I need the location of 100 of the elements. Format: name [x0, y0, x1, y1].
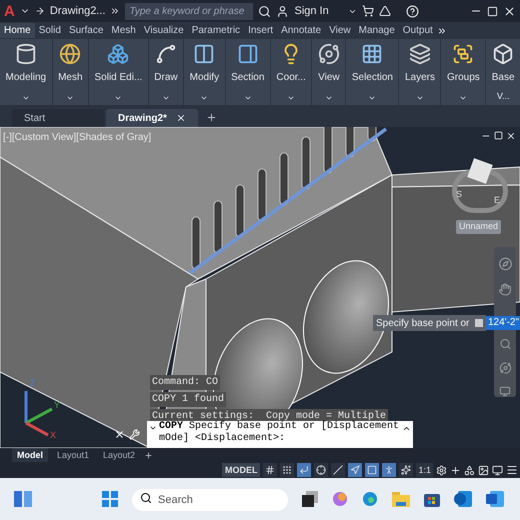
ribbon-tab[interactable]: Mesh	[107, 23, 140, 38]
caret-icon[interactable]	[114, 94, 122, 102]
zoom-icon[interactable]	[498, 338, 512, 350]
square-icon[interactable]	[365, 463, 380, 477]
layout-tab[interactable]: Layout1	[52, 448, 94, 462]
sparkle-app-icon[interactable]	[332, 491, 348, 507]
close-icon[interactable]	[114, 429, 125, 440]
folder-icon[interactable]	[392, 492, 410, 506]
ribbon-panel[interactable]: Coor...	[270, 39, 312, 105]
coordinate-input[interactable]: 124'-2"	[486, 316, 520, 330]
caret-icon[interactable]	[149, 424, 157, 432]
ribbon-panel[interactable]: Layers	[399, 39, 440, 105]
caret-icon[interactable]	[416, 94, 424, 102]
crosshair-icon[interactable]	[314, 463, 328, 477]
image-icon[interactable]	[478, 464, 489, 476]
close-icon[interactable]	[503, 4, 516, 18]
caret-icon[interactable]	[66, 94, 74, 102]
taskbar-search-field[interactable]: Search	[132, 489, 288, 511]
ribbon-tab[interactable]: View	[325, 23, 355, 38]
panel-label: Mesh	[58, 71, 83, 85]
cubes-icon	[107, 43, 130, 65]
corner-icon[interactable]	[297, 463, 312, 477]
cart-icon[interactable]	[362, 5, 374, 17]
model-space-button[interactable]: MODEL	[222, 463, 260, 477]
layout-tab[interactable]: Layout2	[98, 448, 140, 462]
figure-icon[interactable]	[382, 463, 396, 477]
chevron-icon[interactable]	[436, 26, 447, 36]
panel-label: Solid Edi...	[94, 71, 142, 85]
ribbon-panel[interactable]: Solid Edi...	[89, 39, 148, 105]
browser-icon[interactable]	[362, 491, 378, 507]
caret-icon[interactable]	[200, 94, 208, 102]
hash-icon[interactable]	[263, 463, 278, 477]
grip-icon[interactable]	[280, 463, 294, 477]
caret-icon[interactable]	[287, 94, 296, 102]
settings-icon[interactable]	[436, 464, 447, 476]
ribbon-tab[interactable]: Solid	[34, 23, 65, 38]
caret-icon[interactable]	[162, 94, 170, 102]
task-view-icon[interactable]	[302, 491, 318, 507]
ribbon-panel[interactable]: Draw	[148, 39, 184, 105]
close-icon[interactable]	[506, 131, 516, 141]
caret-icon[interactable]	[368, 94, 376, 102]
ribbon-panel[interactable]: Section	[226, 39, 270, 105]
sign-in-link[interactable]: Sign In	[294, 2, 329, 20]
layout-tab[interactable]: Model	[12, 448, 48, 462]
ribbon-tab[interactable]: Manage	[354, 23, 399, 38]
wrench-icon[interactable]	[129, 429, 140, 440]
file-tab[interactable]: Drawing2*	[106, 109, 198, 127]
user-icon[interactable]	[276, 4, 290, 18]
keyword-search-field[interactable]: Type a keyword or phrase	[125, 2, 254, 20]
triangle-icon[interactable]	[378, 5, 391, 17]
ribbon-tab[interactable]: Annotate	[277, 23, 326, 38]
caret-icon[interactable]	[244, 94, 252, 102]
new-layout-icon[interactable]	[144, 450, 154, 460]
store-icon[interactable]	[424, 491, 440, 507]
annotation-scale[interactable]: 1:1	[416, 463, 433, 477]
ribbon-panel[interactable]: Modify	[184, 39, 225, 105]
help-icon[interactable]	[406, 4, 419, 18]
pan-icon[interactable]	[498, 282, 512, 296]
axis-label: Z	[30, 377, 36, 390]
shapes-icon[interactable]	[464, 464, 475, 476]
navigation-icon[interactable]	[348, 463, 362, 477]
ribbon-panel[interactable]: Base V...	[486, 39, 520, 105]
orbit-icon[interactable]	[498, 362, 512, 374]
slash-icon[interactable]	[331, 463, 346, 477]
app-logo[interactable]: A	[4, 4, 15, 18]
search-icon[interactable]	[258, 4, 272, 18]
history-caret-icon[interactable]	[402, 424, 411, 433]
restore-icon[interactable]	[494, 131, 503, 140]
new-tab-icon[interactable]	[206, 112, 217, 123]
panel-label: Modeling	[5, 71, 46, 85]
search-icon	[140, 492, 152, 504]
ribbon-tab[interactable]: Home	[0, 23, 35, 38]
fullscreen-icon[interactable]	[492, 464, 503, 476]
chevron-icon[interactable]	[110, 6, 120, 16]
ribbon-panel[interactable]: Mesh	[52, 39, 88, 105]
plus-icon[interactable]	[450, 464, 461, 476]
caret-icon[interactable]	[22, 94, 30, 102]
ribbon-panel[interactable]: View	[312, 39, 346, 105]
ribbon-tab[interactable]: Parametric	[188, 23, 244, 38]
caret-icon[interactable]	[459, 94, 468, 102]
close-icon[interactable]	[176, 113, 186, 123]
ribbon-tab[interactable]: Output	[398, 23, 437, 38]
panel-footer[interactable]: V...	[496, 90, 510, 103]
maximize-icon[interactable]	[487, 6, 498, 16]
mail-app-icon[interactable]	[454, 491, 472, 507]
document-app-icon[interactable]	[486, 491, 504, 507]
menu-icon[interactable]	[506, 464, 518, 476]
arrow-icon[interactable]	[34, 6, 45, 16]
ribbon-tab[interactable]: Visualize	[140, 23, 188, 38]
ribbon-panel[interactable]: Groups	[441, 39, 486, 105]
ribbon-panel[interactable]: Modeling	[0, 39, 52, 105]
ribbon-tab[interactable]: Surface	[64, 23, 108, 38]
ribbon-tab[interactable]: Insert	[244, 23, 278, 38]
panel-label: Section	[231, 71, 264, 85]
file-tab[interactable]: Start	[12, 109, 104, 127]
caret-icon[interactable]	[324, 94, 333, 102]
widgets-icon[interactable]	[14, 491, 32, 507]
grid-cube-icon	[361, 43, 384, 65]
windows-start-icon[interactable]	[102, 491, 118, 507]
ribbon-panel[interactable]: Selection	[346, 39, 398, 105]
